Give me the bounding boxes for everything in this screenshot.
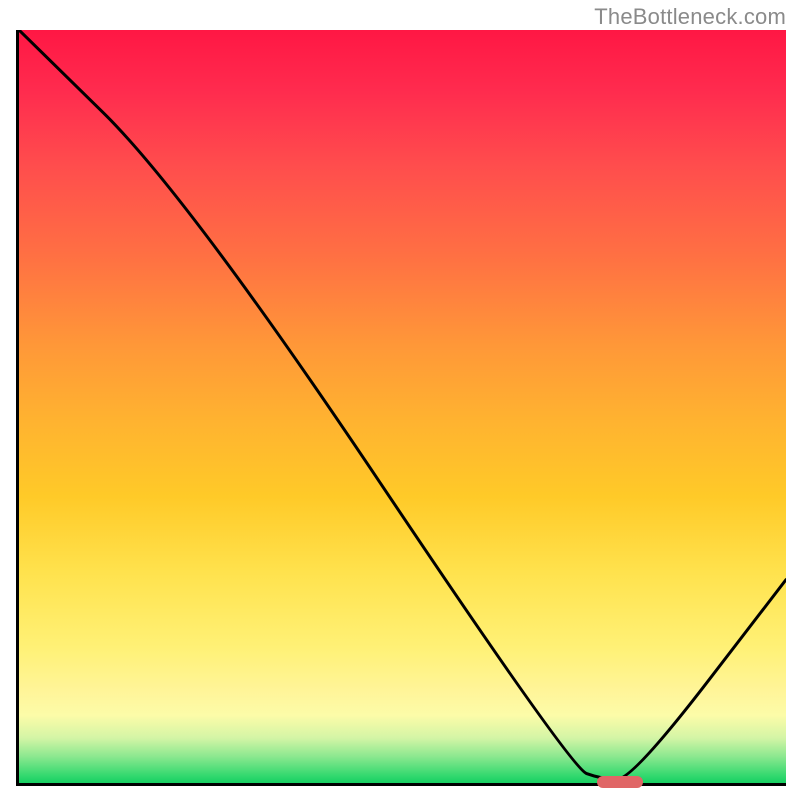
chart-frame: TheBottleneck.com: [0, 0, 800, 800]
watermark-text: TheBottleneck.com: [594, 4, 786, 30]
optimal-range-marker: [597, 776, 643, 788]
plot-area: [16, 30, 786, 786]
bottleneck-curve: [19, 30, 786, 783]
